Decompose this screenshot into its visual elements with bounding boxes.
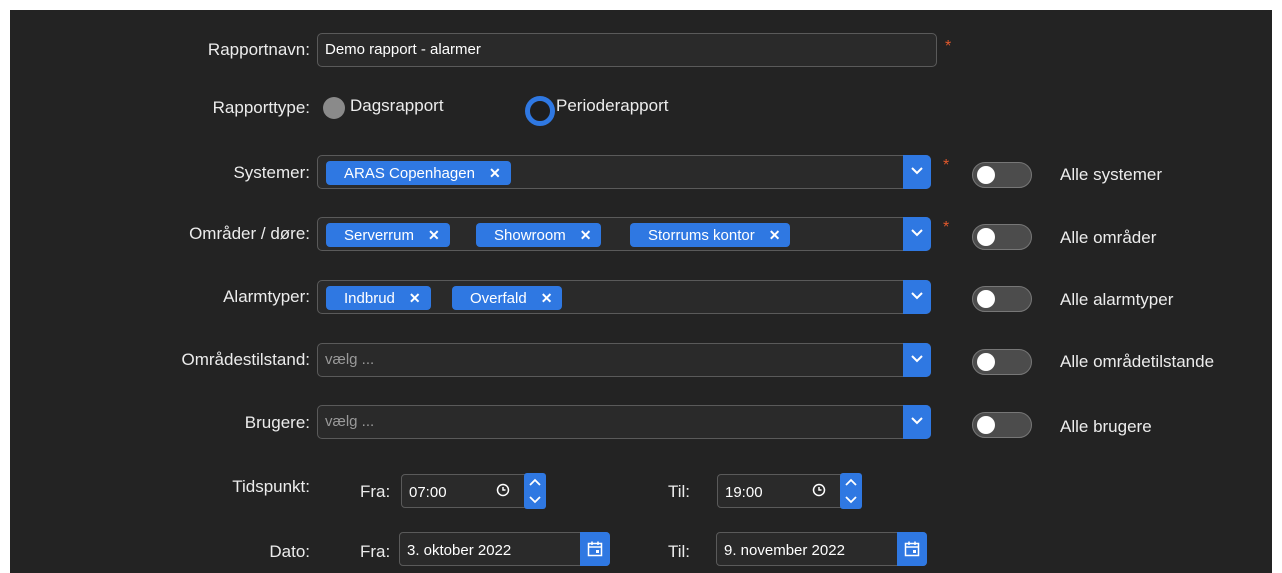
remove-chip-icon[interactable]: ✕ [580, 223, 592, 247]
chevron-down-icon [911, 167, 923, 175]
all-users-label: Alle brugere [1060, 417, 1152, 436]
remove-chip-icon[interactable]: ✕ [541, 286, 553, 310]
alarm-types-dropdown-button[interactable] [903, 280, 931, 314]
remove-chip-icon[interactable]: ✕ [428, 223, 440, 247]
chip-alarm-types-0[interactable]: Indbrud ✕ [326, 286, 431, 310]
toggle-knob [977, 290, 995, 308]
chevron-down-icon [911, 229, 923, 237]
chip-alarm-types-1[interactable]: Overfald ✕ [452, 286, 563, 310]
time-from-spinner[interactable] [524, 473, 546, 509]
spinner-arrows-icon [529, 478, 541, 504]
chevron-down-icon [911, 355, 923, 363]
users-select[interactable]: vælg ... [317, 405, 931, 439]
all-area-states-label: Alle områdetilstande [1060, 352, 1215, 371]
remove-chip-icon[interactable]: ✕ [409, 286, 421, 310]
chevron-down-icon [911, 292, 923, 300]
all-area-states-toggle[interactable] [972, 349, 1032, 375]
date-label: Dato: [269, 542, 310, 561]
clock-icon[interactable] [496, 483, 510, 497]
date-from-label: Fra: [360, 542, 391, 561]
chip-areas-0[interactable]: Serverrum ✕ [326, 223, 450, 247]
radio-daily-label[interactable]: Dagsrapport [350, 96, 444, 116]
toggle-knob [977, 416, 995, 434]
report-name-input[interactable]: Demo rapport - alarmer [317, 33, 937, 67]
time-to-input[interactable]: 19:00 [717, 473, 862, 509]
area-state-dropdown-button[interactable] [903, 343, 931, 377]
required-marker: * [943, 219, 950, 236]
time-to-label: Til: [668, 482, 691, 501]
clock-icon[interactable] [812, 483, 826, 497]
areas-label: Områder / døre: [189, 224, 310, 243]
chip-areas-2[interactable]: Storrums kontor ✕ [630, 223, 791, 247]
radio-daily[interactable] [323, 97, 345, 119]
date-to-label: Til: [668, 542, 691, 561]
time-from-value: 07:00 [409, 484, 447, 501]
area-state-select[interactable]: vælg ... [317, 343, 931, 377]
systems-dropdown-button[interactable] [903, 155, 931, 189]
all-areas-label: Alle områder [1060, 228, 1157, 247]
all-alarm-types-label: Alle alarmtyper [1060, 290, 1174, 309]
time-from-input[interactable]: 07:00 [401, 473, 546, 509]
report-type-label: Rapporttype: [212, 98, 310, 117]
areas-select[interactable]: Serverrum ✕ Showroom ✕ Storrums kontor ✕ [317, 217, 931, 251]
time-from-label: Fra: [360, 482, 391, 501]
report-form-panel: Rapportnavn: Demo rapport - alarmer * Ra… [10, 10, 1272, 573]
all-systems-label: Alle systemer [1060, 165, 1163, 184]
systems-select[interactable]: ARAS Copenhagen ✕ [317, 155, 931, 189]
toggle-knob [977, 166, 995, 184]
calendar-icon [904, 541, 920, 557]
toggle-knob [977, 228, 995, 246]
date-to-calendar-button[interactable] [897, 532, 927, 566]
remove-chip-icon[interactable]: ✕ [489, 161, 501, 185]
users-placeholder: vælg ... [325, 413, 375, 430]
report-name-label: Rapportnavn: [207, 40, 310, 59]
radio-period-label[interactable]: Perioderapport [556, 96, 668, 116]
chip-areas-1[interactable]: Showroom ✕ [476, 223, 602, 247]
date-to-value: 9. november 2022 [724, 542, 845, 559]
all-areas-toggle[interactable] [972, 224, 1032, 250]
time-to-spinner[interactable] [840, 473, 862, 509]
systems-label: Systemer: [233, 163, 310, 182]
chip-systems-0[interactable]: ARAS Copenhagen ✕ [326, 161, 511, 185]
date-from-value: 3. oktober 2022 [407, 542, 512, 559]
required-marker: * [945, 38, 952, 55]
chevron-down-icon [911, 417, 923, 425]
alarm-types-label: Alarmtyper: [223, 287, 310, 306]
calendar-icon [587, 541, 603, 557]
users-dropdown-button[interactable] [903, 405, 931, 439]
area-state-placeholder: vælg ... [325, 351, 375, 368]
time-label: Tidspunkt: [232, 477, 310, 496]
radio-period[interactable] [525, 96, 555, 126]
date-from-input[interactable]: 3. oktober 2022 [399, 532, 610, 566]
areas-dropdown-button[interactable] [903, 217, 931, 251]
alarm-types-select[interactable]: Indbrud ✕ Overfald ✕ [317, 280, 931, 314]
users-label: Brugere: [244, 413, 310, 432]
area-state-label: Områdestilstand: [181, 350, 311, 369]
date-to-input[interactable]: 9. november 2022 [716, 532, 927, 566]
time-to-value: 19:00 [725, 484, 763, 501]
spinner-arrows-icon [845, 478, 857, 504]
all-alarm-types-toggle[interactable] [972, 286, 1032, 312]
required-marker: * [943, 157, 950, 174]
remove-chip-icon[interactable]: ✕ [769, 223, 781, 247]
report-name-value: Demo rapport - alarmer [325, 41, 481, 58]
all-users-toggle[interactable] [972, 412, 1032, 438]
all-systems-toggle[interactable] [972, 162, 1032, 188]
date-from-calendar-button[interactable] [580, 532, 610, 566]
toggle-knob [977, 353, 995, 371]
